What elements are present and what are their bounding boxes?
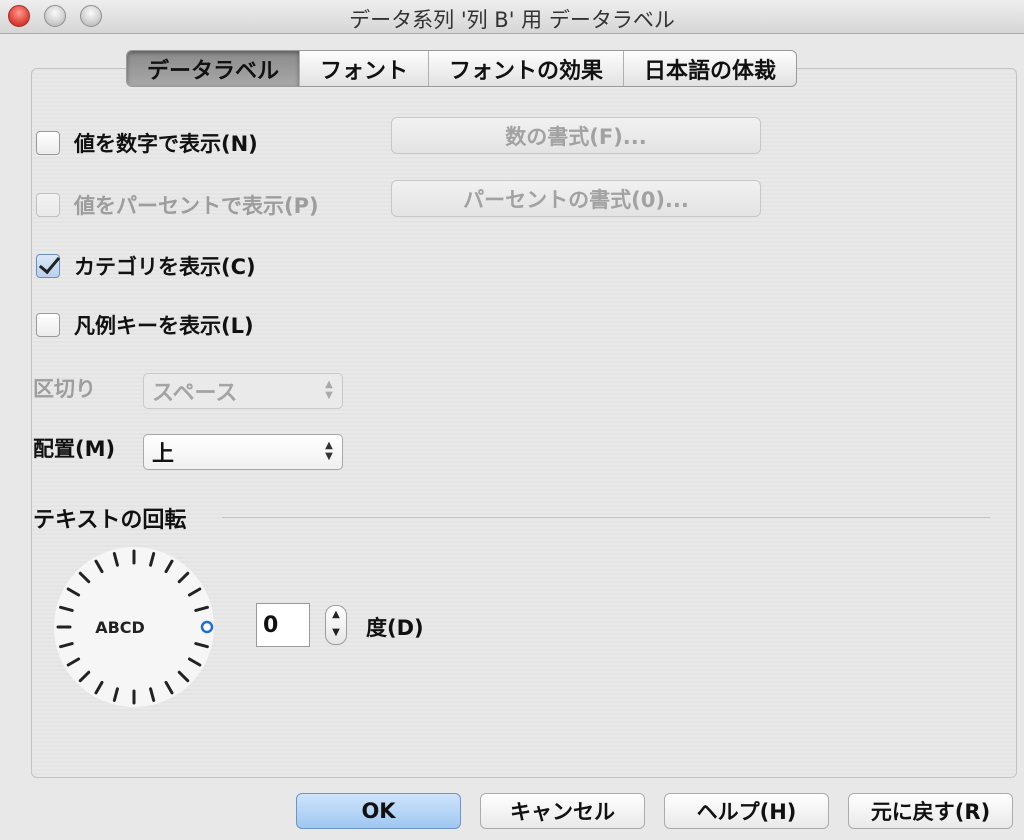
placement-select[interactable]: 上 ▲ ▼ [143, 434, 343, 470]
show-category-label: カテゴリを表示(C) [74, 255, 256, 279]
chevron-up-icon[interactable]: ▲ [332, 609, 340, 620]
percent-format-button[interactable]: パーセントの書式(0)... [391, 180, 761, 217]
tab-font[interactable]: フォント [299, 51, 428, 86]
ok-button[interactable]: OK [296, 793, 461, 829]
rotation-dial[interactable]: ABCD [52, 546, 222, 708]
show-value-percent-option[interactable]: 値をパーセントで表示(P) [36, 190, 319, 220]
select-arrows-icon: ▲ ▼ [325, 440, 333, 462]
show-legend-key-label: 凡例キーを表示(L) [74, 314, 254, 338]
text-rotation-section-title: テキストの回転 [33, 508, 187, 533]
show-value-number-label: 値を数字で表示(N) [74, 132, 258, 156]
tab-bar: データラベル フォント フォントの効果 日本語の体裁 [126, 50, 798, 87]
tab-asian-layout[interactable]: 日本語の体裁 [623, 51, 796, 86]
show-value-percent-checkbox[interactable] [36, 193, 60, 217]
chevron-down-icon[interactable]: ▼ [332, 627, 340, 638]
window-title: データ系列 '列 B' 用 データラベル [349, 8, 675, 32]
help-button[interactable]: ヘルプ(H) [664, 793, 829, 829]
rotation-degrees-input[interactable]: 0 [256, 603, 310, 647]
section-divider [222, 517, 990, 518]
select-arrows-icon: ▲ ▼ [325, 379, 333, 401]
tab-font-effects[interactable]: フォントの効果 [428, 51, 623, 86]
separator-label: 区切り [33, 377, 96, 401]
rotation-degrees-stepper[interactable]: ▲ ▼ [325, 605, 347, 645]
tab-data-labels[interactable]: データラベル [127, 51, 300, 86]
separator-select[interactable]: スペース ▲ ▼ [143, 373, 343, 409]
show-legend-key-option[interactable]: 凡例キーを表示(L) [36, 310, 254, 340]
show-legend-key-checkbox[interactable] [36, 313, 60, 337]
rotation-degrees-label: 度(D) [366, 616, 424, 640]
placement-value: 上 [152, 442, 175, 467]
show-value-number-checkbox[interactable] [36, 131, 60, 155]
rotation-dial-sample-text: ABCD [95, 617, 145, 637]
title-bar: データ系列 '列 B' 用 データラベル [0, 0, 1024, 34]
show-value-percent-label: 値をパーセントで表示(P) [74, 194, 319, 218]
separator-value: スペース [152, 381, 238, 406]
number-format-button[interactable]: 数の書式(F)... [391, 117, 761, 154]
show-category-option[interactable]: カテゴリを表示(C) [36, 251, 256, 281]
show-category-checkbox[interactable] [36, 254, 60, 278]
show-value-number-option[interactable]: 値を数字で表示(N) [36, 128, 258, 158]
cancel-button[interactable]: キャンセル [480, 793, 645, 829]
placement-label: 配置(M) [33, 437, 116, 461]
reset-button[interactable]: 元に戻す(R) [848, 793, 1013, 829]
